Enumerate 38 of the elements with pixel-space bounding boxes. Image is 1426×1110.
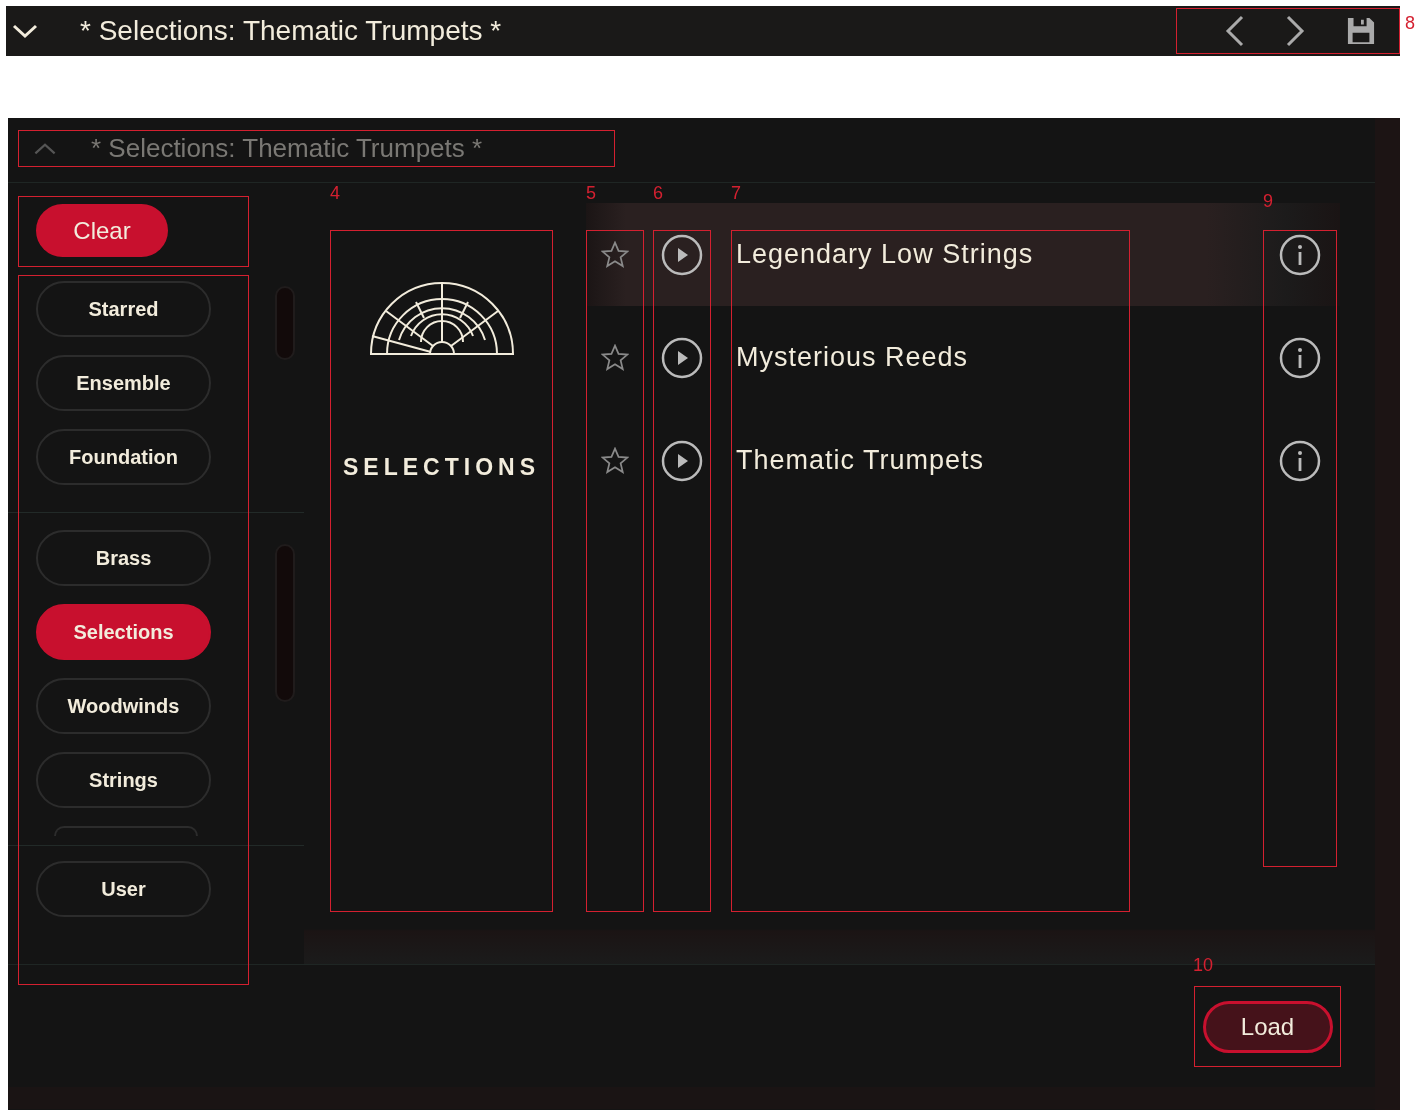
filter-tag[interactable]: Starred [36, 281, 211, 337]
filter-tag[interactable]: Foundation [36, 429, 211, 485]
load-button[interactable]: Load [1202, 1000, 1333, 1053]
filter-tag[interactable]: Brass [36, 530, 211, 586]
info-icon[interactable] [1279, 439, 1321, 482]
category-title: SELECTIONS [343, 454, 540, 481]
save-icon[interactable] [1347, 17, 1375, 45]
forward-icon[interactable] [1285, 15, 1305, 47]
star-icon[interactable] [601, 240, 629, 269]
info-icon[interactable] [1279, 233, 1321, 276]
preset-name: Legendary Low Strings [736, 239, 1034, 270]
star-icon[interactable] [601, 446, 629, 475]
callout-number: 4 [330, 183, 340, 203]
filter-tag[interactable]: Woodwinds [36, 678, 211, 734]
filter-tag[interactable]: Strings [36, 752, 211, 808]
info-icon[interactable] [1279, 336, 1321, 379]
play-icon[interactable] [661, 233, 703, 276]
preset-name: Thematic Trumpets [736, 445, 985, 476]
callout-number: 6 [653, 183, 663, 203]
preset-name: Mysterious Reeds [736, 342, 969, 373]
callout-number: 8 [1405, 13, 1415, 33]
browser-header[interactable]: * Selections: Thematic Trumpets * [18, 130, 615, 167]
back-icon[interactable] [1225, 15, 1245, 47]
filter-tag[interactable]: Selections [36, 604, 211, 660]
preset-row[interactable]: Mysterious Reeds [586, 306, 1340, 409]
preset-row[interactable]: Thematic Trumpets [586, 409, 1340, 512]
preset-title: * Selections: Thematic Trumpets * [80, 15, 502, 47]
callout-number: 5 [586, 183, 596, 203]
callout-number: 7 [731, 183, 741, 203]
clear-button[interactable]: Clear [36, 204, 168, 257]
play-icon[interactable] [661, 336, 703, 379]
filter-tag[interactable]: User [36, 861, 211, 917]
chevron-up-icon [33, 141, 57, 156]
play-icon[interactable] [661, 439, 703, 482]
filter-tag[interactable]: Ensemble [36, 355, 211, 411]
chevron-down-icon[interactable] [12, 23, 38, 39]
callout-number: 10 [1193, 955, 1214, 975]
star-icon[interactable] [601, 343, 629, 372]
